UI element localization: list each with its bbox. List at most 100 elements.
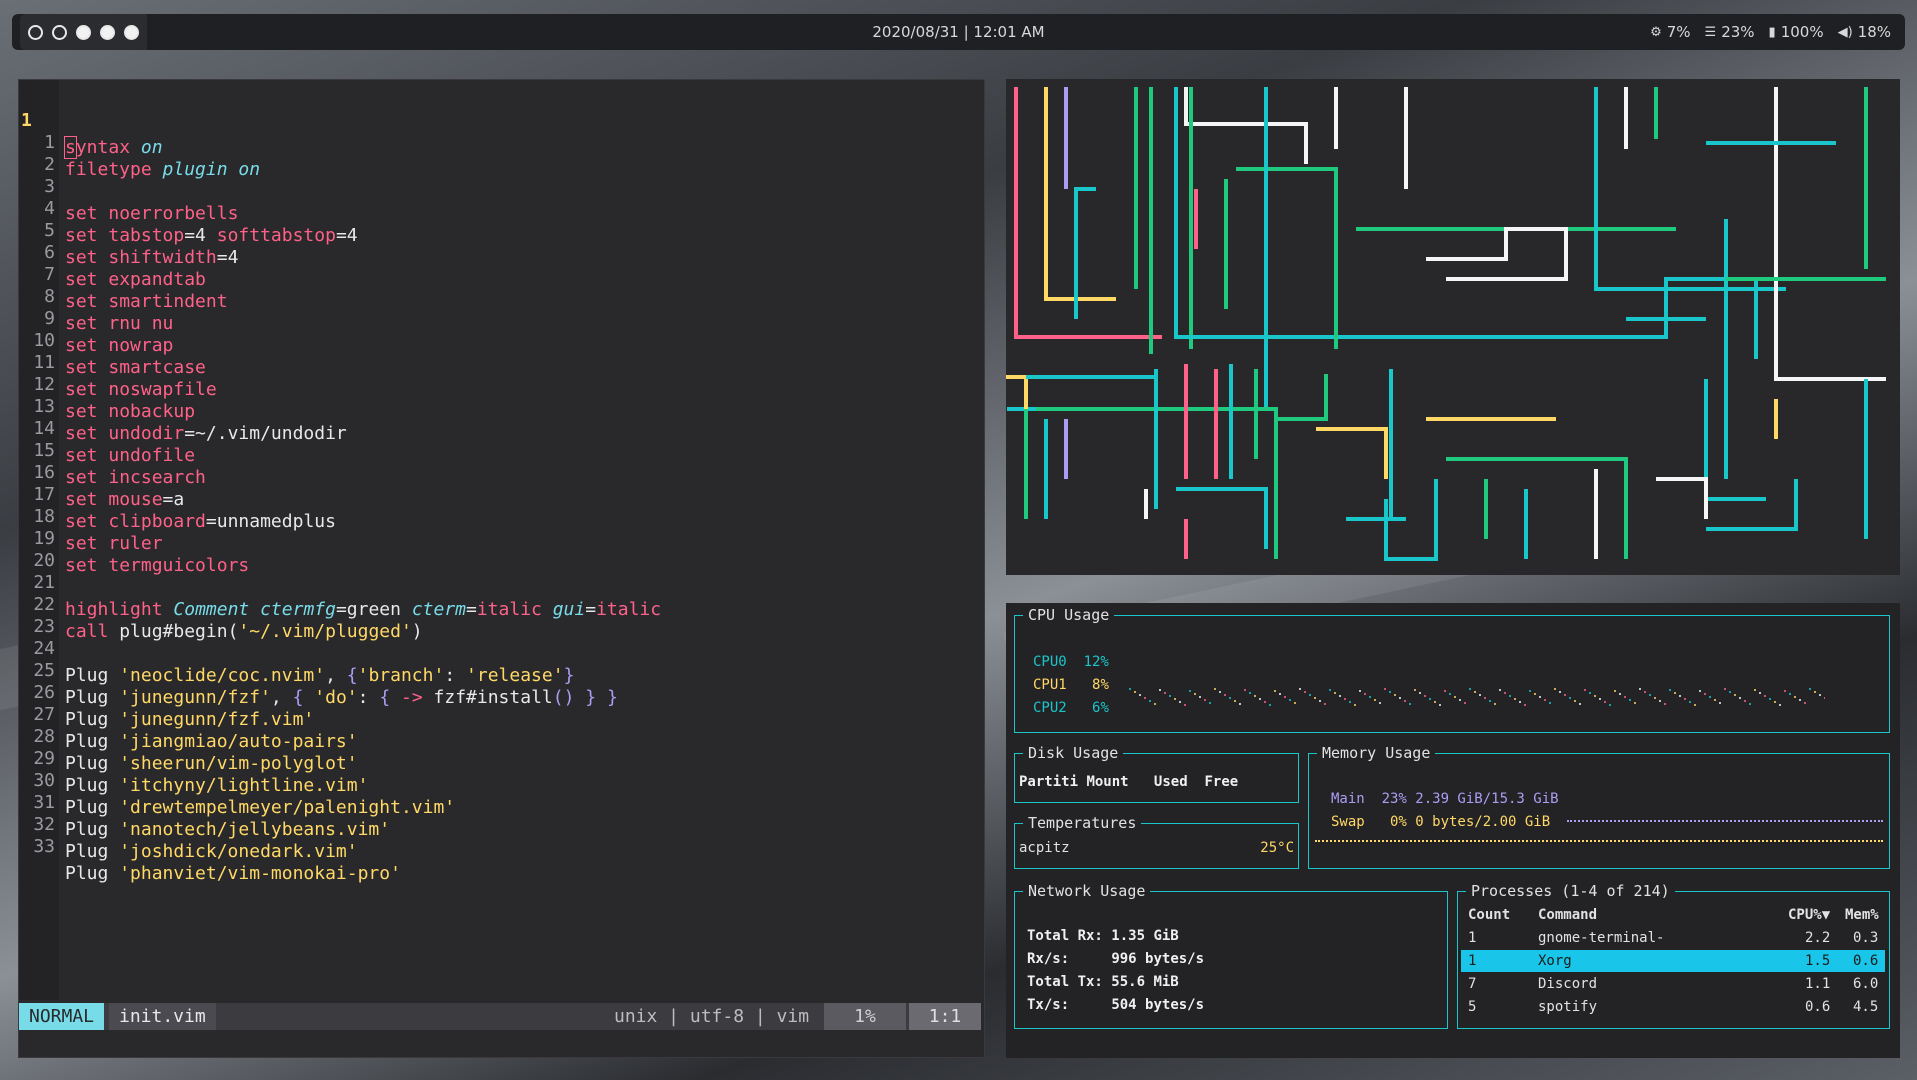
pipe-segment [1316,427,1388,479]
volume-icon: ◀) [1837,24,1853,40]
cpu-status[interactable]: ⚙ 7% [1650,23,1690,41]
cpu-sample-dot [1259,698,1261,700]
column-header: Used [1153,774,1188,790]
disk-usage-panel: Disk Usage Partiti Mount Used Free [1014,744,1299,803]
cpu-sample-dot [1599,698,1601,700]
process-row[interactable]: 5 spotify 0.6 4.5 [1458,996,1882,1018]
cpu-sample-dot [1609,704,1611,706]
cpu-sample-dot [1134,691,1136,693]
cpu-sample-dot [1359,690,1361,692]
panel-title: Memory Usage [1317,744,1436,762]
cpu-sample-dot [1679,695,1681,697]
process-row-selected[interactable]: 1 Xorg 1.5 0.6 [1461,950,1885,972]
cpu-sample-dot [1449,693,1451,695]
cpu-sample-dot [1734,694,1736,696]
cpu-value: 12% [1083,654,1109,670]
panel-title: Network Usage [1023,882,1151,900]
process-row[interactable]: 7 Discord 1.1 6.0 [1458,973,1882,995]
cpu-sample-dot [1474,691,1476,693]
net-value: 1.35 GiB [1111,928,1179,944]
cpu-sample-dot [1689,701,1691,703]
battery-status[interactable]: ▮ 100% [1769,23,1824,41]
cpu-sample-dot [1394,694,1396,696]
cpu-sample-dot [1349,701,1351,703]
system-monitor-window[interactable]: CPU Usage CPU0 12% CPU1 8% CPU2 6% Disk … [1006,603,1900,1058]
panel-title: Temperatures [1023,814,1142,832]
cpu-sample-dot [1639,688,1641,690]
cpu-sample-dot [1244,689,1246,691]
cpu-sample-dot [1739,697,1741,699]
cpu-sample-dot [1479,694,1481,696]
cpu-sample-dot [1489,700,1491,702]
count-column-header[interactable]: Count [1468,904,1510,926]
cpu-sample-dot [1649,694,1651,696]
cpu-sample-dot [1139,694,1141,696]
code-line[interactable]: 33 Plug 'phanviet/vim-monokai-pro' [19,806,986,884]
cpu2-label: CPU2 6% [1033,700,1109,716]
cpu-sample-dot [1129,688,1131,690]
cpu-sample-dot [1284,696,1286,698]
cpu-sample-dot [1179,701,1181,703]
cpu-sample-dot [1569,697,1571,699]
temperature-sensor: acpitz [1019,840,1070,856]
cpu-sample-dot [1699,690,1701,692]
cpu-sample-dot [1379,702,1381,704]
network-rx-rate: Rx/s: 996 bytes/s [1027,951,1204,967]
cpu-sample-dot [1239,703,1241,705]
cpu-sample-dot [1779,704,1781,706]
mem-column-header[interactable]: Mem% [1845,904,1879,926]
process-mem: 6.0 [1853,976,1879,992]
cpu-sample-dot [1159,689,1161,691]
panel-title: Disk Usage [1023,744,1124,762]
volume-status[interactable]: ◀) 18% [1838,23,1891,41]
pipes-terminal-window[interactable] [1006,79,1900,575]
cpu-sample-dot [1339,695,1341,697]
cpu-sample-dot [1664,703,1666,705]
process-command: Discord [1538,976,1598,992]
cpu-sample-dot [1174,698,1176,700]
cpu-sample-dot [1754,689,1756,691]
keyword: Plug [65,863,120,884]
cpu-sample-dot [1274,690,1276,692]
cpu-sample-dot [1704,693,1706,695]
cpu-sample-dot [1329,689,1331,691]
cpu-sample-dot [1579,703,1581,705]
volume-status-value: 18% [1857,23,1891,41]
process-mem: 4.5 [1853,999,1879,1015]
cpu-sample-dot [1539,696,1541,698]
cpu-sample-dot [1439,704,1441,706]
cpu-sample-dot [1759,692,1761,694]
line-number: 33 [33,836,55,857]
cpu-sample-dot [1384,688,1386,690]
cpu-column-header[interactable]: CPU%▼ [1788,904,1830,926]
command-column-header[interactable]: Command [1538,904,1597,926]
cpu-sample-dot [1304,691,1306,693]
cpu-sample-dot [1464,702,1466,704]
cpu-sample-dot [1144,697,1146,699]
mode-indicator: NORMAL [19,1003,105,1030]
cpu-sample-dot [1399,697,1401,699]
cpu-sample-dot [1454,696,1456,698]
vim-editor-window[interactable]: 1 syntax on 1 filetype plugin on 2 3 set… [18,79,985,1058]
net-label: Total Tx: [1027,974,1103,990]
cpu-sample-dot [1204,699,1206,701]
net-value: 55.6 MiB [1111,974,1179,990]
battery-status-value: 100% [1780,23,1824,41]
cpu-sample-dot [1279,693,1281,695]
cpu-sample-dot [1629,699,1631,701]
cpu-sample-dot [1414,689,1416,691]
filename: init.vim [109,1003,216,1030]
cpu-sample-dot [1784,690,1786,692]
cpu-sample-dot [1309,694,1311,696]
clock[interactable]: 2020/08/31 | 12:01 AM [12,23,1905,41]
cpu-sample-dot [1719,702,1721,704]
cpu-sample-dot [1224,694,1226,696]
cpu-sample-dot [1514,698,1516,700]
memory-status[interactable]: ☰ 23% [1705,23,1755,41]
cpu-sample-dot [1669,689,1671,691]
cpu-sample-dot [1484,697,1486,699]
temperatures-panel: Temperatures acpitz 25°C [1014,814,1299,869]
pipe-segment [1774,87,1886,381]
cpu-sample-dot [1249,692,1251,694]
process-row[interactable]: 1 gnome-terminal- 2.2 0.3 [1458,927,1882,949]
